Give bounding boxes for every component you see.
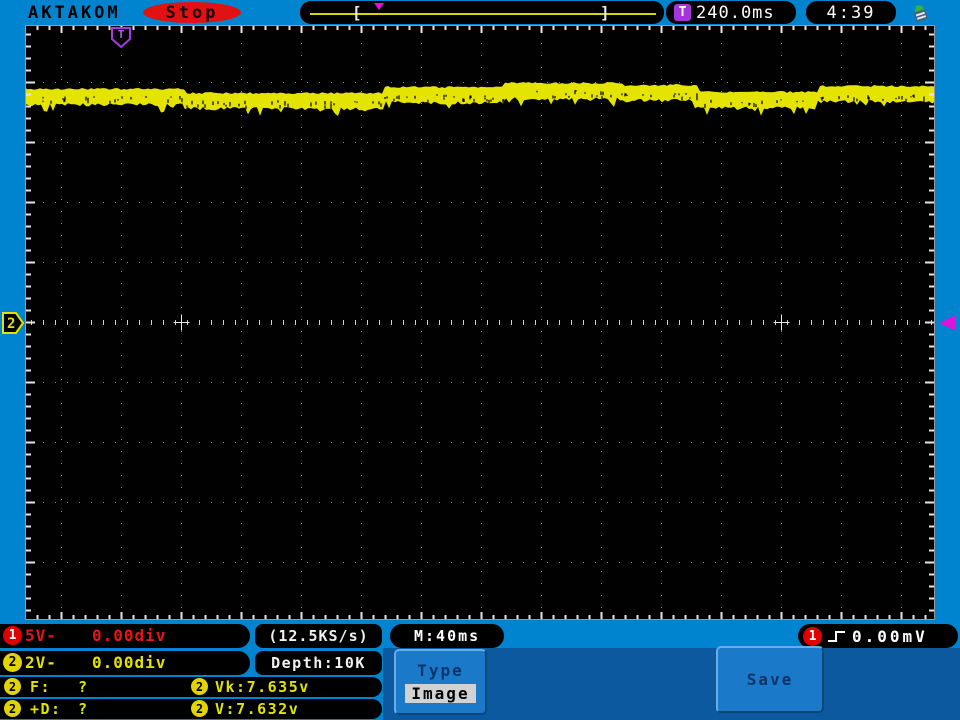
ch2-position: 0.00div: [92, 653, 167, 672]
svg-text:2: 2: [7, 316, 15, 332]
timebase-readout: M:40ms: [390, 624, 504, 648]
measure-channel-badge: 2: [191, 700, 208, 717]
ch2-badge: 2: [3, 653, 22, 672]
measure-value: ?: [78, 700, 89, 718]
graticule-and-trace: [25, 25, 935, 620]
type-menu-button[interactable]: Type Image: [394, 649, 487, 715]
ch2-scale: 2V-: [25, 653, 57, 672]
window-right-bracket: ]: [600, 3, 610, 22]
trigger-level-value: 0.00mV: [852, 626, 928, 646]
trigger-position-mini-marker: [374, 3, 384, 10]
trigger-level-marker: [939, 315, 956, 331]
ch1-badge: 1: [3, 626, 22, 645]
trigger-position-marker: T: [111, 27, 131, 49]
measure-channel-badge: 2: [4, 700, 21, 717]
record-window-indicator: [ ]: [300, 1, 664, 24]
trigger-status-readout: 1 0.00mV: [798, 624, 958, 648]
ch1-status-row: 1 5V- 0.00div: [0, 624, 250, 648]
measure-label: F:: [30, 678, 52, 696]
trigger-channel-badge: 1: [803, 626, 822, 646]
ch2-status-row: 2 2V- 0.00div: [0, 651, 250, 675]
type-label: Type: [417, 661, 464, 680]
waveform-display: T: [25, 25, 935, 620]
usb-storage-icon: [914, 5, 928, 22]
svg-text:T: T: [118, 28, 125, 41]
measurement-row: 2 +D: ? 2 V:7.632v: [0, 699, 382, 719]
measurement-row: 2 F: ? 2 Vk:7.635v: [0, 677, 382, 697]
trigger-delay-value: 240.0ms: [696, 2, 775, 23]
measure-label-value: V:7.632v: [215, 700, 300, 718]
channel2-position-marker: 2: [2, 312, 25, 334]
sample-rate-readout: (12.5KS/s): [255, 624, 382, 648]
measure-label-value: Vk:7.635v: [215, 678, 310, 696]
clock-readout: 4:39: [806, 1, 896, 24]
trigger-icon: T: [674, 4, 691, 21]
measure-label: +D:: [30, 700, 62, 718]
rising-edge-icon: [828, 631, 845, 642]
measure-channel-badge: 2: [191, 678, 208, 695]
brand-logo: AKTAKOM: [28, 3, 121, 23]
record-depth-readout: Depth:10K: [255, 651, 382, 675]
measure-channel-badge: 2: [4, 678, 21, 695]
acquisition-status-badge: Stop: [143, 2, 241, 23]
save-button[interactable]: Save: [716, 646, 824, 713]
trigger-delay-readout: T 240.0ms: [666, 1, 796, 24]
oscilloscope-screen: AKTAKOM Stop [ ] T 240.0ms 4:39 T 2 1 5V…: [0, 0, 960, 720]
window-left-bracket: [: [352, 3, 362, 22]
type-value-selected: Image: [405, 684, 476, 703]
ch1-position: 0.00div: [92, 626, 167, 645]
measure-value: ?: [78, 678, 89, 696]
ch1-scale: 5V-: [25, 626, 57, 645]
